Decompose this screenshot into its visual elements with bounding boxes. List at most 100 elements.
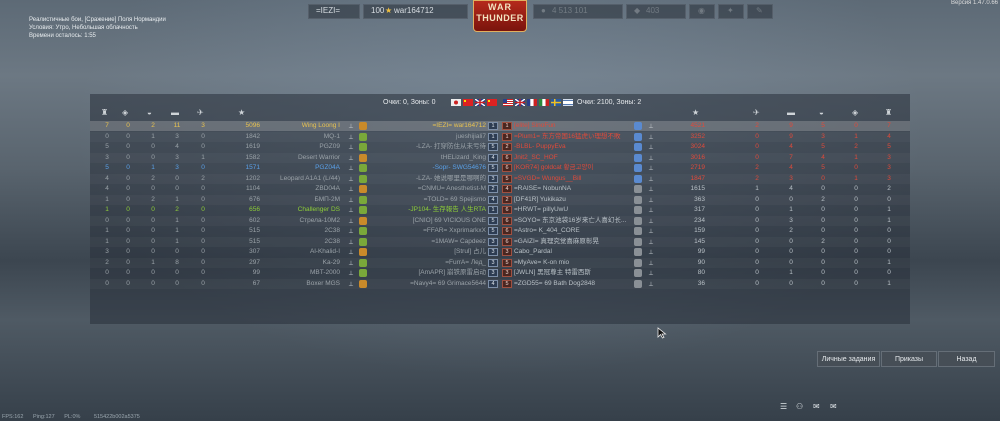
packet-loss-readout: PL:0% <box>64 414 81 420</box>
vehicle-icon: ⊥ <box>648 187 654 193</box>
right-stat-c1: 1 <box>755 185 759 192</box>
right-squad-number: 4 <box>502 185 512 193</box>
left-vehicle-name: Leopard A1A1 (L/44) <box>280 174 340 182</box>
left-stat-c1: 0 <box>105 279 109 287</box>
left-player-name[interactable]: =Navy4= 69 Grimace5644 <box>370 279 486 289</box>
left-player-name[interactable]: -Sopr- SWG54676 <box>370 163 486 173</box>
right-player-name[interactable]: [JWLN] 黑冠尊主 特雷西斯 <box>514 268 634 278</box>
right-stat-c2: 1 <box>789 269 793 276</box>
left-stat-c4: 1 <box>175 216 179 224</box>
left-score: 1571 <box>245 164 260 171</box>
table-row[interactable]: 1 0 0 1 0 515 2C38 ⊥ =FFAR= XxprimarkxX 5 6 =Astro=… <box>90 226 910 236</box>
right-player-name[interactable]: =ZGD55= 69 Bath Dog2848 <box>514 279 634 289</box>
right-stat-c4: 0 <box>854 248 858 255</box>
right-player-name[interactable]: =Plum1= 东方帝国16猛虎い理想不敗 <box>514 132 634 142</box>
right-stat-c1: 0 <box>755 237 759 245</box>
right-squad-number: 5 <box>502 279 512 288</box>
vehicle-icon: ⊥ <box>348 134 354 141</box>
left-stat-c2: 0 <box>126 227 130 234</box>
right-stat-c5: 1 <box>887 206 891 213</box>
left-player-name[interactable]: [Strul] 占儿 <box>370 247 486 257</box>
table-row[interactable]: 0 0 0 0 0 67 Boxer MGS ⊥ =Navy4= 69 Grimace5644 4… <box>90 279 910 289</box>
table-row[interactable]: 5 0 0 4 0 1619 PGZ09 ⊥ -LZA- 打穿防住从未亏待 5 2 -BLBL- Pu… <box>90 142 910 152</box>
right-player-name[interactable]: =RAISE= NobunNA <box>514 184 634 194</box>
right-player-name[interactable]: =SOYO= 东京池袋16岁来亡人喜幻长... <box>514 216 634 226</box>
table-row[interactable]: 1 0 0 1 0 515 2C38 ⊥ =1MAW= Capdeez 3 6 =GAIZI= 真理究… <box>90 237 910 247</box>
left-player-name[interactable]: -LZA- 打穿防住从未亏待 <box>370 142 486 152</box>
left-player-name[interactable]: =FFAR= XxprimarkxX <box>370 226 486 236</box>
vehicle-icon: ⊥ <box>648 281 654 288</box>
right-player-name[interactable]: -BLBL- PuppyEva <box>514 142 634 152</box>
left-player-name[interactable]: jueshijiali7 <box>370 132 486 142</box>
chat-icon[interactable]: ✉ <box>813 402 820 411</box>
right-player-name[interactable]: [KOR74] goldcat 황금고양이 <box>514 163 634 173</box>
left-player-name[interactable]: tHELizard_King <box>370 153 486 163</box>
right-score: 234 <box>694 216 705 224</box>
right-stat-c1: 0 <box>755 143 759 150</box>
table-row[interactable]: 2 0 1 8 0 297 Ka-29 ⊥ =FurrA= Лед_ 3 5 =MyAve= K-on… <box>90 258 910 268</box>
left-player-name[interactable]: [CNIO] 69 VICIOUS ONE <box>370 216 486 226</box>
back-button[interactable]: Назад <box>938 351 995 367</box>
right-player-name[interactable]: Cabo_Pardal <box>514 247 634 257</box>
right-player-name[interactable]: Jnit2_SC_HOF <box>514 153 634 163</box>
left-player-name[interactable]: =FurrA= Лед_ <box>370 258 486 268</box>
left-vehicle-name: Ka-29 <box>322 258 340 266</box>
right-stat-c5: 3 <box>887 174 891 182</box>
right-score: 99 <box>697 248 705 255</box>
left-stat-c5: 1 <box>201 153 205 161</box>
left-score: 602 <box>249 216 260 224</box>
left-player-name[interactable]: [AmAPR] 崩铁原雷启动 <box>370 268 486 278</box>
left-stat-c4: 0 <box>175 269 179 276</box>
table-row[interactable]: 7 0 2 11 3 5096 Wing Loong I ⊥ =IEZI= war164712 1… <box>90 121 910 131</box>
vehicle-icon: ⊥ <box>348 229 354 235</box>
vehicle-icon: ⊥ <box>648 166 654 172</box>
orders-button[interactable]: Приказы <box>881 351 937 367</box>
left-stat-c4: 4 <box>175 143 179 150</box>
table-row[interactable]: 3 0 0 0 0 307 Al-Khalid-I ⊥ [Strul] 占儿 3 3 Cabo_Par… <box>90 247 910 257</box>
right-player-name[interactable]: =Astro= K_404_CORE <box>514 226 634 236</box>
left-stat-c4: 11 <box>173 122 181 129</box>
menu-icon[interactable]: ☰ <box>780 402 787 411</box>
left-player-name[interactable]: =IEZI= war164712 <box>370 121 486 131</box>
table-row[interactable]: 1 0 2 1 0 676 БМП-2М ⊥ =TOLD= 69 Spejismo 4 2 [DF41… <box>90 195 910 205</box>
left-stat-c4: 3 <box>175 132 179 140</box>
right-stat-c2: 3 <box>789 216 793 224</box>
table-row[interactable]: 5 0 1 3 0 1571 PGZ04A ⊥ -Sopr- SWG54676 5 6 [KOR74]… <box>90 163 910 173</box>
left-player-name[interactable]: -LZA- 她说哪里是哪啊的 <box>370 174 486 184</box>
left-stat-c5: 0 <box>201 279 205 287</box>
right-player-name[interactable]: =SVGD= Wungus__Bill <box>514 174 634 184</box>
mail-icon[interactable]: ✉ <box>830 402 837 411</box>
gold-icon: ◆ <box>634 6 641 15</box>
air-kills-icon-right: ✈ <box>753 108 760 117</box>
right-player-name[interactable]: =GAIZI= 真理究觉喜麻原彰晃 <box>514 237 634 247</box>
table-row[interactable]: 1 0 0 2 0 656 Challenger DS ⊥ -JP104- 生存報告 人生RTA… <box>90 205 910 215</box>
table-row[interactable]: 0 0 0 0 0 99 MBT-2000 ⊥ [AmAPR] 崩铁原雷启动 3 3 [JWLN] 黑… <box>90 268 910 278</box>
right-player-name[interactable]: =MyAve= K-on mio <box>514 258 634 268</box>
right-stat-c3: 2 <box>821 195 825 203</box>
right-player-name[interactable]: [DF41R] Yukikazu <box>514 195 634 205</box>
right-stat-c5: 1 <box>887 258 891 266</box>
right-stat-c4: 0 <box>854 258 858 266</box>
table-row[interactable]: 4 0 2 0 2 1202 Leopard A1A1 (L/44) ⊥ -LZA- 她说哪里是… <box>90 174 910 184</box>
table-row[interactable]: 3 0 0 3 1 1582 Desert Warrior ⊥ tHELizard_King 4 6… <box>90 153 910 163</box>
left-squad-number: 4 <box>488 279 498 288</box>
left-player-name[interactable]: =1MAW= Capdeez <box>370 237 486 247</box>
right-stat-c5: 1 <box>887 216 891 224</box>
right-stat-c3: 0 <box>821 206 825 213</box>
personal-tasks-button[interactable]: Личные задания <box>817 351 880 367</box>
table-row[interactable]: 0 0 1 3 0 1842 MQ-1 ⊥ jueshijiali7 1 1 =Plum1= 东方帝国… <box>90 132 910 142</box>
left-player-name[interactable]: -JP104- 生存報告 人生RTA <box>370 205 486 215</box>
rank-badge-icon <box>359 195 367 204</box>
left-stat-c3: 0 <box>151 143 155 150</box>
left-score: 67 <box>252 279 260 287</box>
left-player-name[interactable]: =CNMU= Anesthetist-M <box>370 184 486 194</box>
right-player-name[interactable]: [elite] SinoFun <box>514 121 634 131</box>
left-player-name[interactable]: =TOLD= 69 Spejismo <box>370 195 486 205</box>
contacts-icon[interactable]: ⚇ <box>796 402 803 411</box>
table-row[interactable]: 4 0 0 0 0 1104 ZBD04A ⊥ =CNMU= Anesthetist-M 2 4 =R… <box>90 184 910 194</box>
right-player-name[interactable]: =HRWT= pillyUwU <box>514 205 634 215</box>
ground-kills-icon-right: ♜ <box>885 108 893 117</box>
table-row[interactable]: 0 0 0 1 0 602 Стрела-10М2 ⊥ [CNIO] 69 VICIOUS ON… <box>90 216 910 226</box>
right-stat-c2: 9 <box>789 122 793 129</box>
left-score: 1202 <box>245 174 260 182</box>
